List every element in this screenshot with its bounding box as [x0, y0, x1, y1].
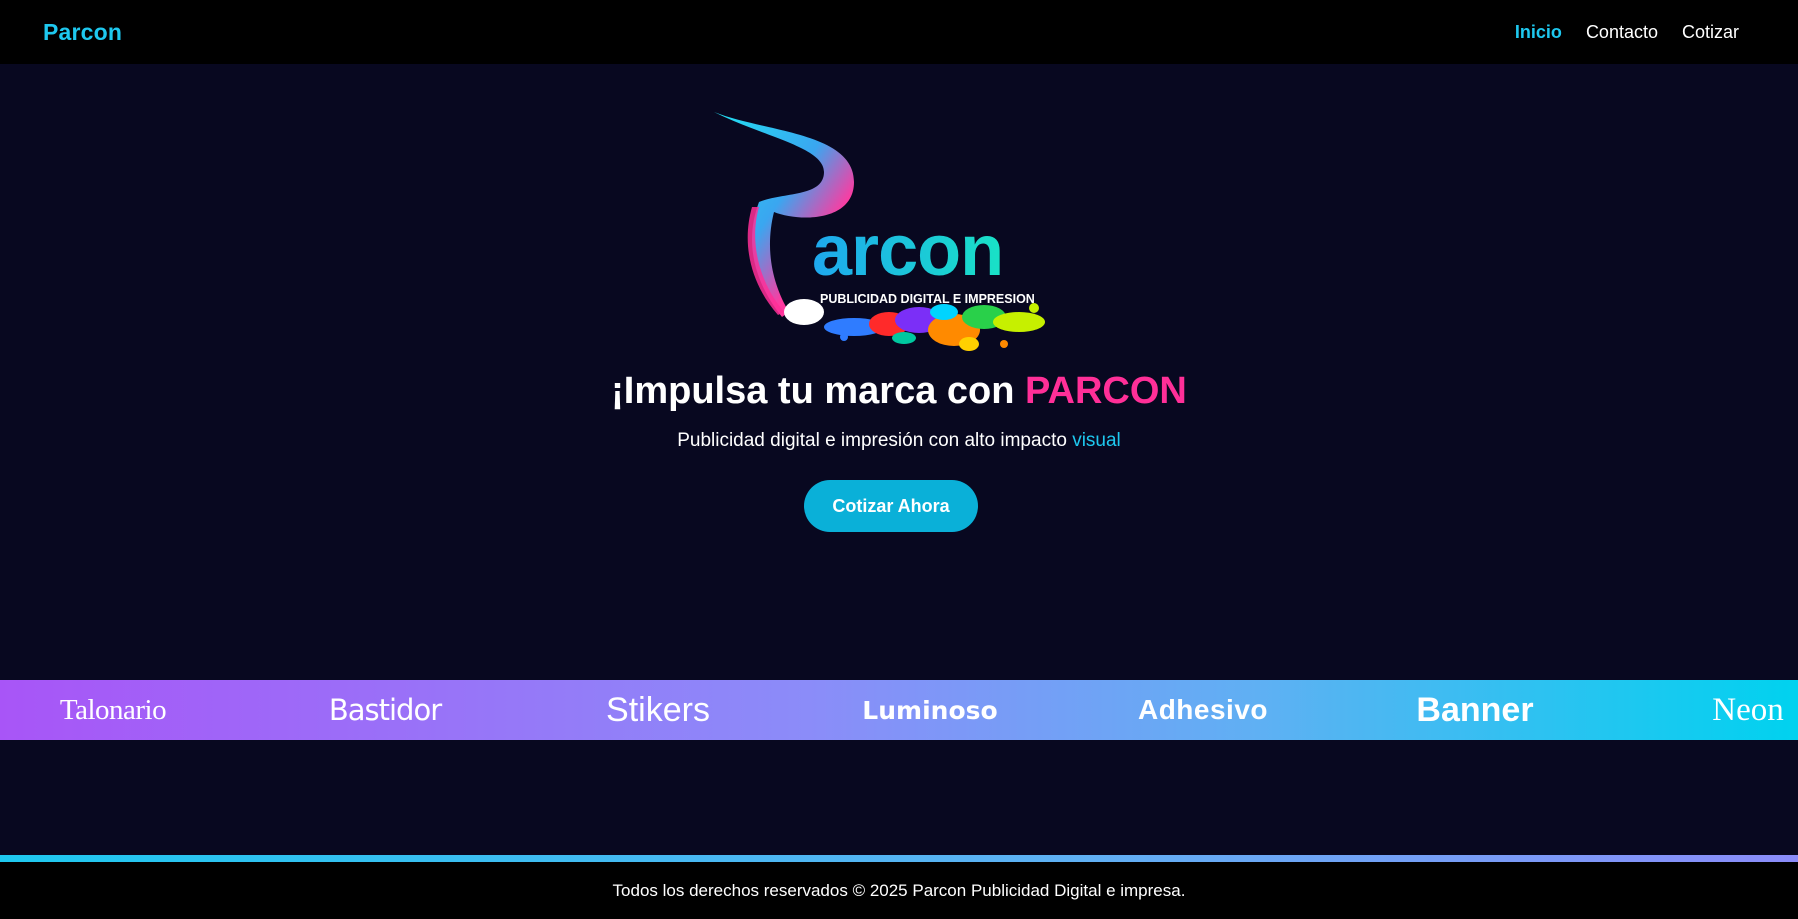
product-talonario: Talonario — [59, 693, 167, 726]
hero-section: arcon PUBLICIDAD DIGITAL E IMPRESION ¡Im… — [0, 64, 1798, 680]
product-adhesivo: Adhesivo — [1137, 694, 1269, 725]
hero-title: ¡Impulsa tu marca con PARCON — [0, 370, 1798, 413]
logo-wordmark: arcon — [812, 211, 1003, 291]
product-banner: Banner — [1416, 690, 1534, 729]
product-neon: Neon — [1712, 691, 1784, 728]
logo-tagline: PUBLICIDAD DIGITAL E IMPRESION — [820, 292, 1035, 306]
product-luminoso: Luminoso — [862, 695, 998, 725]
hero-subtitle: Publicidad digital e impresión con alto … — [0, 430, 1798, 452]
page-footer: Todos los derechos reservados © 2025 Par… — [0, 862, 1798, 919]
footer-divider — [0, 855, 1798, 862]
hero-title-text: ¡Impulsa tu marca con — [611, 370, 1026, 412]
cotizar-ahora-button[interactable]: Cotizar Ahora — [804, 480, 978, 532]
footer-copyright: Todos los derechos reservados © 2025 Par… — [612, 880, 1186, 900]
nav-link-contacto[interactable]: Contacto — [1586, 22, 1658, 43]
hero-subtitle-text: Publicidad digital e impresión con alto … — [677, 430, 1073, 451]
nav-link-inicio[interactable]: Inicio — [1515, 22, 1562, 43]
parcon-logo: arcon PUBLICIDAD DIGITAL E IMPRESION — [714, 112, 1045, 351]
hero-subtitle-accent: visual — [1072, 430, 1121, 451]
products-strip: Talonario Bastidor Stikers Luminoso Adhe… — [0, 680, 1798, 740]
product-stikers: Stikers — [606, 690, 710, 729]
hero-title-accent: PARCON — [1025, 370, 1187, 412]
top-navbar: Parcon Inicio Contacto Cotizar — [0, 0, 1798, 64]
nav-links: Inicio Contacto Cotizar — [1515, 22, 1739, 43]
product-bastidor: Bastidor — [328, 693, 442, 727]
nav-link-cotizar[interactable]: Cotizar — [1682, 22, 1739, 43]
brand-link[interactable]: Parcon — [43, 19, 122, 46]
